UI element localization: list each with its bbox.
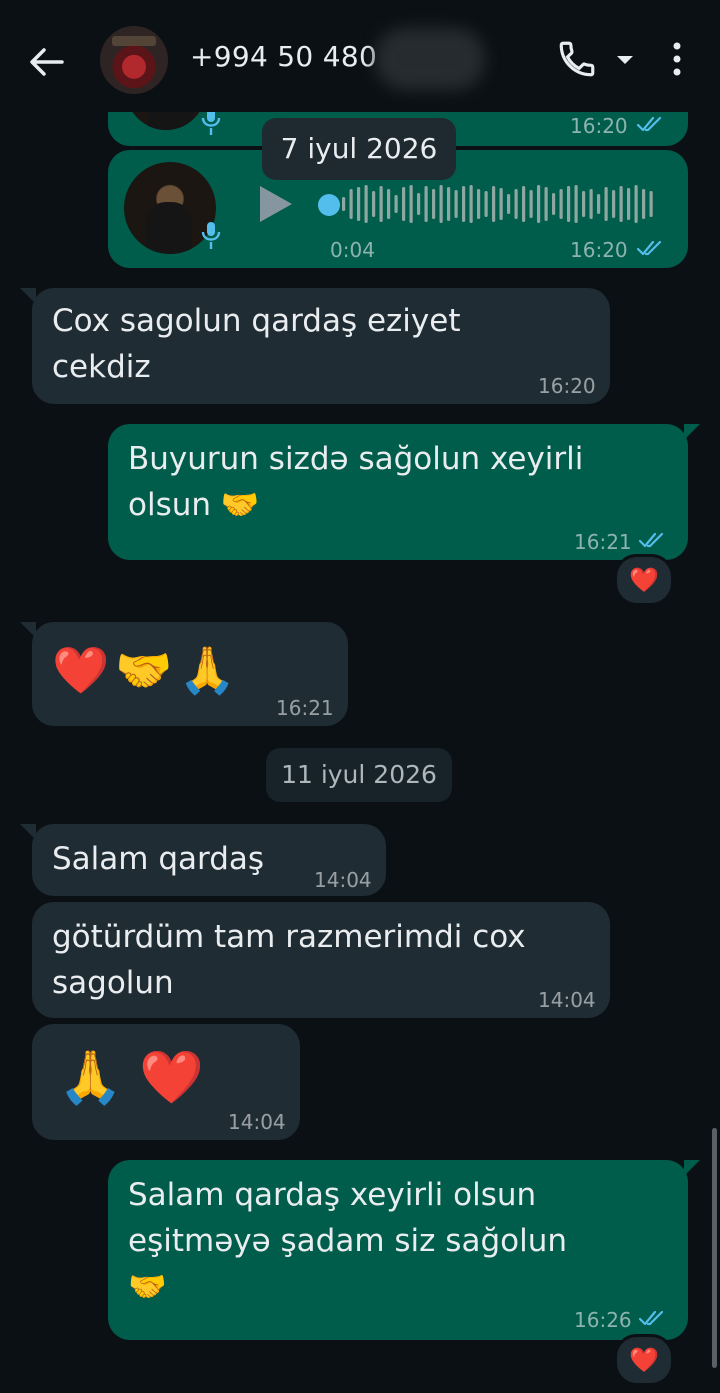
- reaction-badge[interactable]: ❤️: [614, 1334, 674, 1386]
- waveform-bar: [364, 185, 368, 223]
- waveform-bar: [424, 186, 428, 222]
- waveform-bar: [642, 189, 646, 219]
- waveform-bar: [514, 189, 518, 219]
- message-time: 16:20: [570, 114, 628, 138]
- waveform-bar: [537, 185, 541, 223]
- phone-icon[interactable]: [556, 38, 598, 80]
- contact-name[interactable]: +994 50 480: [190, 40, 377, 73]
- message-time: 16:26: [574, 1308, 632, 1332]
- waveform-bar: [462, 186, 466, 222]
- message-text: Salam qardaş xeyirli olsun eşitməyə şada…: [128, 1177, 567, 1305]
- message-bubble-incoming[interactable]: götürdüm tam razmerimdi cox sagolun 14:0…: [32, 902, 610, 1018]
- heart-reaction: ❤️: [629, 566, 659, 594]
- message-text: Buyurun sizdə sağolun xeyirli olsun 🤝: [128, 441, 584, 523]
- waveform-bar: [417, 193, 421, 215]
- waveform-bar: [619, 186, 623, 222]
- message-bubble-outgoing[interactable]: Salam qardaş xeyirli olsun eşitməyə şada…: [108, 1160, 700, 1340]
- chat-header: +994 50 480: [0, 0, 720, 112]
- waveform-bar: [544, 187, 548, 221]
- reaction-badge[interactable]: ❤️: [614, 554, 674, 606]
- waveform-bar: [394, 195, 398, 213]
- waveform-bar: [522, 186, 526, 222]
- redacted-blur: [375, 28, 485, 90]
- message-text: götürdüm tam razmerimdi cox sagolun: [52, 919, 526, 1001]
- read-ticks-icon: [636, 240, 662, 256]
- waveform-bar: [387, 189, 391, 219]
- waveform-bar: [484, 191, 488, 217]
- date-separator: 11 iyul 2026: [266, 748, 452, 802]
- date-separator: 7 iyul 2026: [262, 118, 456, 180]
- message-time: 14:04: [314, 868, 372, 892]
- waveform-bar: [349, 189, 353, 219]
- waveform-bar: [559, 189, 563, 219]
- waveform-bar: [477, 189, 481, 219]
- microphone-icon: [201, 222, 221, 249]
- back-arrow-icon[interactable]: [22, 38, 70, 86]
- waveform-bar: [612, 190, 616, 218]
- chat-screen: +994 50 480 16:20 7 iyul 2026 0:04 16:20…: [0, 0, 720, 1393]
- waveform-bar: [432, 189, 436, 219]
- waveform-bar: [604, 187, 608, 221]
- waveform-bar: [402, 187, 406, 221]
- waveform-bar: [634, 185, 638, 223]
- message-time: 14:04: [228, 1110, 286, 1134]
- message-time: 16:21: [574, 530, 632, 554]
- waveform-bar: [372, 191, 376, 217]
- waveform[interactable]: [342, 184, 660, 224]
- microphone-icon: [201, 108, 221, 135]
- waveform-bar: [439, 185, 443, 223]
- message-time: 16:20: [570, 238, 628, 262]
- waveform-bar: [589, 189, 593, 219]
- read-ticks-icon: [638, 532, 664, 548]
- waveform-bar: [567, 186, 571, 222]
- date-label: 11 iyul 2026: [281, 760, 437, 789]
- waveform-bar: [582, 191, 586, 217]
- message-bubble-incoming[interactable]: ❤️🤝🙏 16:21: [20, 622, 348, 726]
- play-icon[interactable]: [258, 184, 294, 224]
- waveform-bar: [342, 197, 346, 211]
- waveform-bar: [447, 187, 451, 221]
- more-vertical-icon[interactable]: [664, 38, 690, 80]
- message-time: 14:04: [538, 988, 596, 1012]
- caret-down-icon[interactable]: [614, 50, 636, 70]
- message-bubble-incoming[interactable]: Salam qardaş 14:04: [20, 824, 386, 896]
- avatar[interactable]: [100, 26, 168, 94]
- message-text: Salam qardaş: [52, 841, 265, 877]
- waveform-bar: [454, 190, 458, 218]
- message-time: 16:20: [538, 374, 596, 398]
- message-text: ❤️🤝🙏: [52, 643, 242, 697]
- waveform-bar: [379, 186, 383, 222]
- message-bubble-incoming[interactable]: 🙏 ❤️ 14:04: [32, 1024, 300, 1140]
- message-bubble-incoming[interactable]: Cox sagolun qardaş eziyet cekdiz 16:20: [20, 288, 610, 404]
- heart-reaction: ❤️: [629, 1346, 659, 1374]
- waveform-bar: [499, 188, 503, 220]
- waveform-bar: [507, 194, 511, 214]
- waveform-bar: [649, 191, 653, 217]
- message-time: 16:21: [276, 696, 334, 720]
- waveform-bar: [492, 186, 496, 222]
- read-ticks-icon: [636, 116, 662, 132]
- message-text: Cox sagolun qardaş eziyet cekdiz: [52, 303, 461, 385]
- waveform-bar: [627, 188, 631, 220]
- voice-duration: 0:04: [330, 238, 375, 262]
- date-label: 7 iyul 2026: [280, 132, 438, 165]
- waveform-bar: [357, 187, 361, 221]
- playback-position[interactable]: [318, 194, 340, 216]
- waveform-bar: [597, 194, 601, 214]
- waveform-bar: [529, 190, 533, 218]
- read-ticks-icon: [638, 1310, 664, 1326]
- message-text: 🙏 ❤️: [58, 1048, 205, 1108]
- scrollbar[interactable]: [712, 1128, 717, 1368]
- waveform-bar: [409, 185, 413, 223]
- waveform-bar: [469, 185, 473, 223]
- waveform-bar: [574, 185, 578, 223]
- waveform-bar: [552, 193, 556, 215]
- message-bubble-outgoing[interactable]: Buyurun sizdə sağolun xeyirli olsun 🤝 16…: [108, 424, 700, 560]
